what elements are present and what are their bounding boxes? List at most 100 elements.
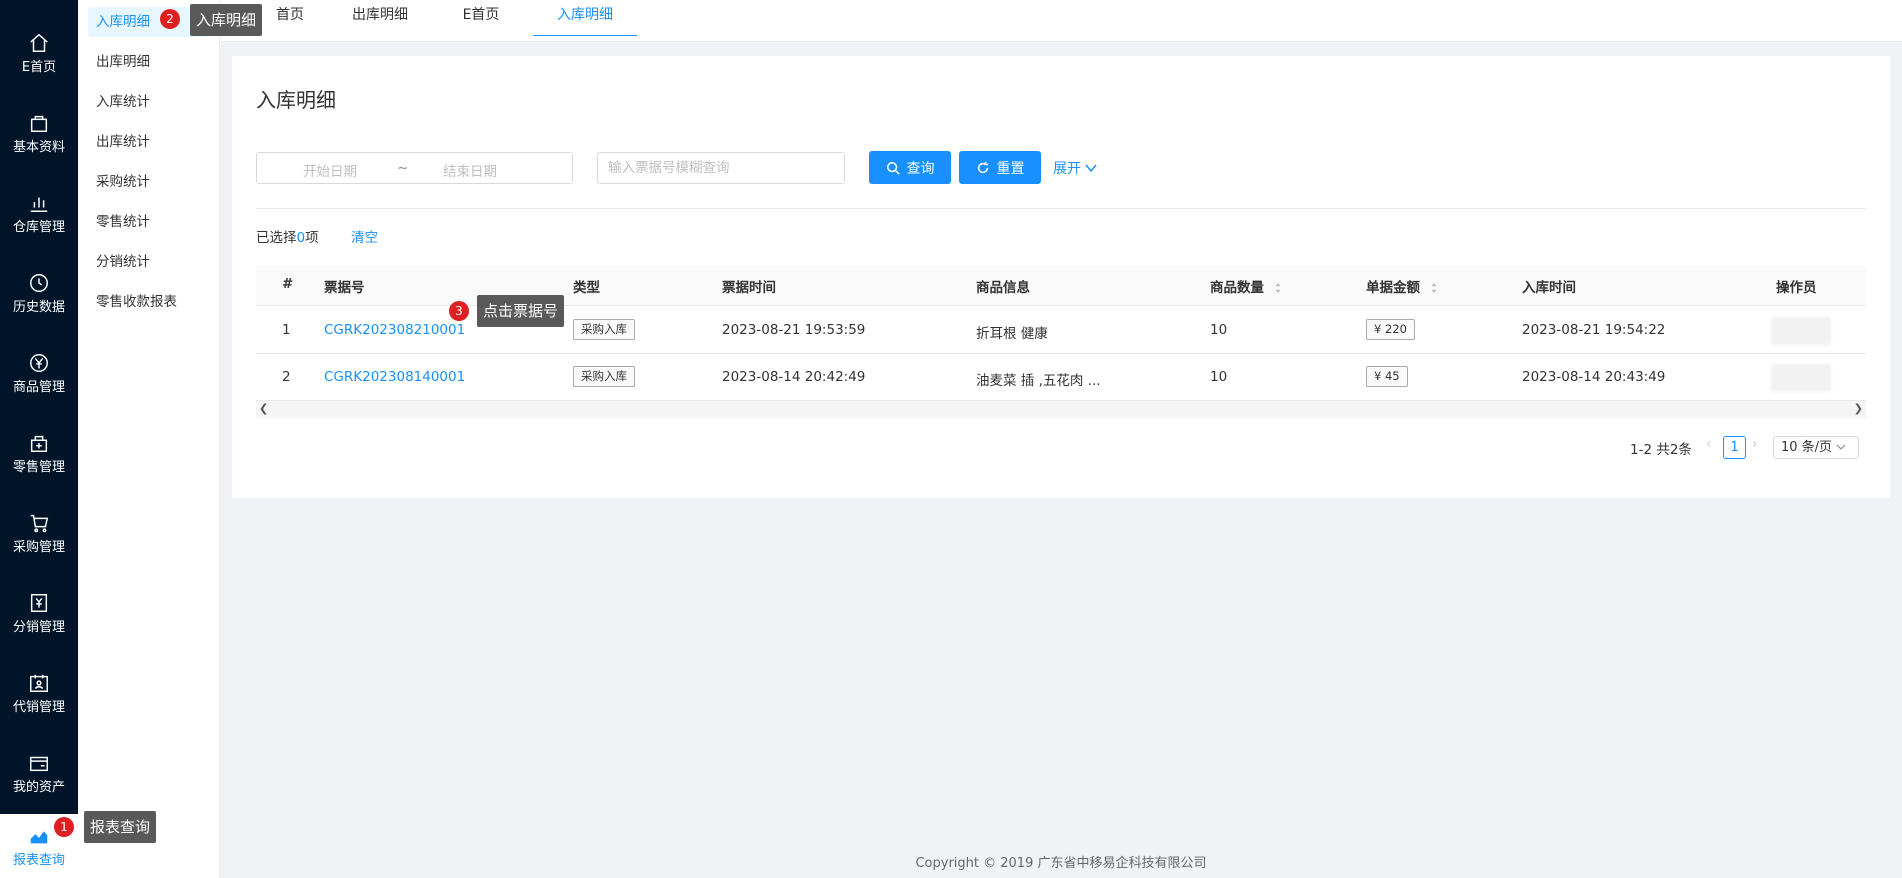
nav-assets[interactable]: 我的资产 (0, 738, 78, 808)
bill-time: 2023-08-14 20:42:49 (722, 369, 866, 385)
query-button-label: 查询 (906, 160, 935, 177)
nav-consignment-label: 代销管理 (12, 699, 65, 715)
nav-consignment[interactable]: 代销管理 (0, 658, 78, 728)
footer-copyright: Copyright © 2019 广东省中移易企科技有限公司 (915, 856, 1207, 871)
bag-icon (30, 115, 48, 132)
type-tag: 采购入库 (573, 366, 635, 387)
col-bill-amount-label: 单据金额 (1366, 280, 1420, 296)
chevron-down-icon (1085, 164, 1098, 173)
sort-icon (1431, 282, 1437, 294)
col-goods-qty[interactable]: 商品数量 (1210, 276, 1282, 296)
tab-e-home[interactable]: E首页 (450, 0, 512, 36)
col-bill-time: 票据时间 (722, 280, 776, 296)
selection-info: 已选择0项 (256, 226, 319, 246)
guide-tooltip-3: 点击票据号 (477, 295, 565, 327)
expand-label: 展开 (1053, 161, 1081, 177)
scroll-right-icon[interactable]: ❯ (1854, 402, 1863, 415)
tab-home[interactable]: 首页 (260, 0, 320, 36)
yen-doc-icon (30, 593, 48, 612)
nav-distribution-label: 分销管理 (12, 619, 65, 635)
page-size-label: 10 条/页 (1781, 440, 1833, 455)
section-divider (256, 208, 1866, 209)
guide-badge-1: 1 (54, 817, 74, 837)
reset-button[interactable]: 重置 (959, 151, 1041, 184)
operator-blurred (1771, 317, 1831, 345)
wallet-icon (30, 756, 48, 771)
scroll-left-icon[interactable]: ❮ (259, 402, 268, 415)
bill-number-link[interactable]: CGRK202308140001 (324, 369, 465, 385)
table-horizontal-scrollbar[interactable]: ❮ ❯ (256, 401, 1866, 418)
nav-retail-label: 零售管理 (12, 459, 65, 475)
start-date-placeholder[interactable]: 开始日期 (303, 160, 357, 180)
nav-distribution[interactable]: 分销管理 (0, 578, 78, 648)
bill-number-link[interactable]: CGRK202308210001 (324, 322, 465, 338)
date-range-picker[interactable]: 开始日期 ~ 结束日期 (256, 152, 573, 184)
submenu-distribution-stats[interactable]: 分销统计 (88, 247, 210, 277)
clock-icon (30, 273, 48, 292)
pagination-page[interactable]: 1 (1723, 436, 1746, 459)
amount-tag: ¥ 45 (1366, 366, 1408, 387)
nav-purchase[interactable]: 采购管理 (0, 498, 78, 568)
submenu-retail-stats[interactable]: 零售统计 (88, 207, 210, 237)
operator-blurred (1771, 364, 1831, 392)
chevron-down-icon (1836, 444, 1846, 450)
submenu-purchase-stats[interactable]: 采购统计 (88, 167, 210, 197)
nav-warehouse-label: 仓库管理 (12, 219, 65, 235)
submenu-outbound-detail[interactable]: 出库明细 (88, 47, 210, 77)
sort-icon (1275, 282, 1281, 294)
reload-icon (977, 161, 988, 173)
nav-goods[interactable]: 商品管理 (0, 338, 78, 408)
tab-inbound-detail[interactable]: 入库明细 (533, 0, 637, 36)
end-date-placeholder[interactable]: 结束日期 (443, 160, 497, 180)
inbound-time: 2023-08-14 20:43:49 (1522, 369, 1666, 385)
goods-qty: 10 (1210, 369, 1228, 385)
nav-history-label: 历史数据 (12, 299, 65, 315)
clear-selection-link[interactable]: 清空 (351, 226, 378, 246)
selection-suffix: 项 (305, 230, 319, 246)
table-row[interactable]: 2 CGRK202308140001 采购入库 2023-08-14 20:42… (256, 354, 1866, 401)
submenu-retail-receipt-report[interactable]: 零售收款报表 (88, 287, 210, 317)
guide-badge-2: 2 (160, 9, 180, 29)
pagination-prev-icon[interactable]: ‹ (1706, 436, 1712, 452)
submenu-outbound-stats[interactable]: 出库统计 (88, 127, 210, 157)
nav-goods-label: 商品管理 (12, 379, 65, 395)
nav-warehouse[interactable]: 仓库管理 (0, 178, 78, 248)
calendar-person-icon (30, 674, 48, 692)
pagination-next-icon[interactable]: › (1752, 436, 1758, 452)
pagination-total: 1-2 共2条 (1630, 442, 1692, 458)
nav-basic-data-label: 基本资料 (12, 139, 65, 155)
nav-home[interactable]: E首页 (0, 18, 78, 88)
nav-basic-data[interactable]: 基本资料 (0, 98, 78, 168)
reset-button-label: 重置 (996, 160, 1025, 177)
bar-chart-icon (30, 197, 48, 212)
nav-assets-label: 我的资产 (12, 779, 65, 795)
goods-info: 折耳根 健康 (976, 326, 1048, 342)
selection-count: 0 (296, 230, 306, 246)
nav-history[interactable]: 历史数据 (0, 258, 78, 328)
submenu-inbound-stats[interactable]: 入库统计 (88, 87, 210, 117)
guide-badge-3: 3 (449, 301, 469, 321)
main-sidebar: E首页 基本资料 仓库管理 历史数据 商品管理 零售管理 采购管理 分销管理 代… (0, 0, 78, 878)
tab-bar: 首页 出库明细 E首页 入库明细 (220, 0, 1902, 42)
tab-outbound-detail[interactable]: 出库明细 (338, 0, 422, 36)
amount-tag: ¥ 220 (1366, 319, 1415, 340)
goods-info: 油麦菜 插 ,五花肉 ... (976, 373, 1101, 389)
home-icon (30, 33, 48, 52)
col-index: # (282, 276, 294, 292)
guide-tooltip-1: 报表查询 (84, 811, 157, 843)
col-bill-number: 票据号 (324, 280, 365, 296)
nav-purchase-label: 采购管理 (12, 539, 65, 555)
search-icon (886, 161, 900, 175)
nav-home-label: E首页 (21, 59, 57, 75)
nav-retail[interactable]: 零售管理 (0, 418, 78, 488)
col-type: 类型 (573, 280, 600, 296)
guide-tooltip-2: 入库明细 (190, 4, 263, 36)
bill-number-search-input[interactable] (597, 152, 845, 184)
query-button[interactable]: 查询 (869, 151, 951, 184)
col-inbound-time: 入库时间 (1522, 280, 1576, 296)
expand-toggle[interactable]: 展开 (1053, 158, 1098, 178)
col-bill-amount[interactable]: 单据金额 (1366, 276, 1438, 296)
goods-qty: 10 (1210, 322, 1228, 338)
page-size-select[interactable]: 10 条/页 (1773, 436, 1859, 459)
type-tag: 采购入库 (573, 319, 635, 340)
